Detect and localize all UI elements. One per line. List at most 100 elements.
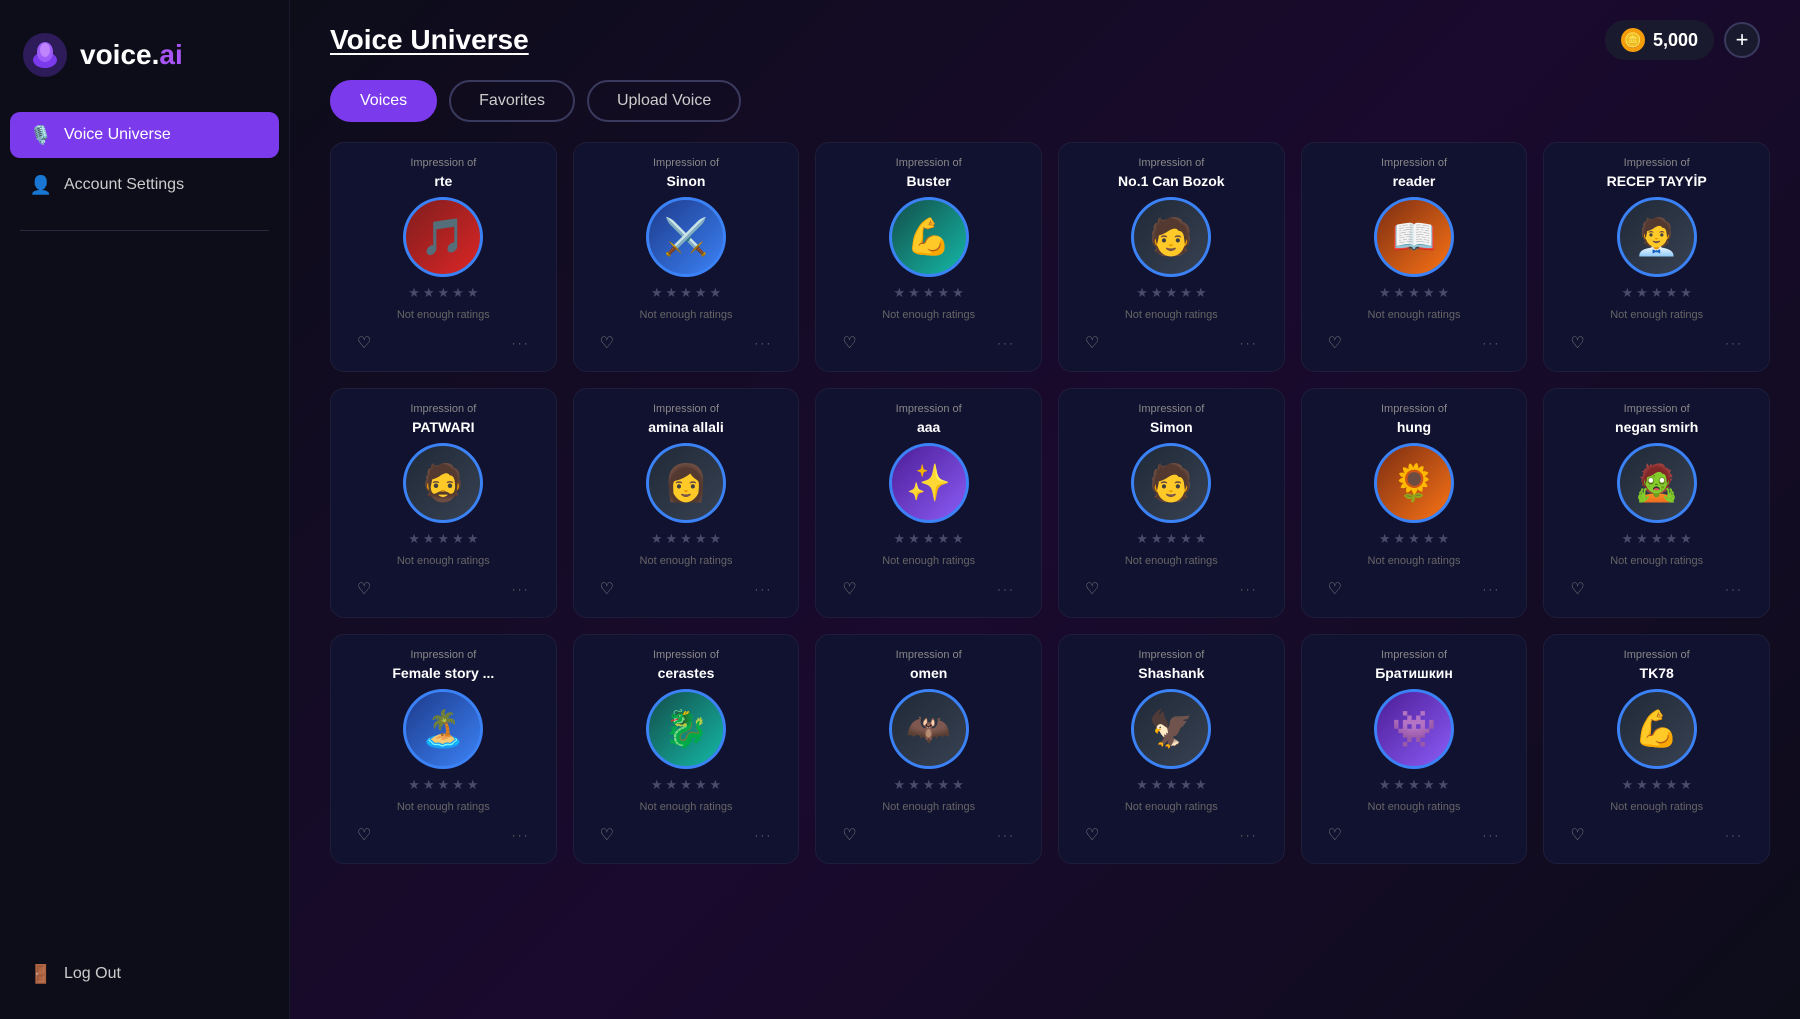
more-options-button[interactable]: ··· bbox=[1478, 332, 1504, 354]
card-actions: ♡ ··· bbox=[1073, 329, 1270, 357]
star-icon: ★ bbox=[666, 531, 678, 547]
card-actions: ♡ ··· bbox=[830, 821, 1027, 849]
star-icon: ★ bbox=[438, 777, 450, 793]
favorite-button[interactable]: ♡ bbox=[1081, 329, 1103, 357]
card-avatar: 🐉 bbox=[646, 689, 726, 769]
star-icon: ★ bbox=[894, 777, 906, 793]
more-options-button[interactable]: ··· bbox=[1236, 824, 1262, 846]
card-avatar: 🧑‍💼 bbox=[1617, 197, 1697, 277]
stars-container: ★★★★★ bbox=[1136, 531, 1206, 547]
more-options-button[interactable]: ··· bbox=[750, 332, 776, 354]
avatar-emoji: 🦅 bbox=[1149, 711, 1194, 747]
card-actions: ♡ ··· bbox=[588, 575, 785, 603]
card-voice-name: Female story ... bbox=[392, 665, 494, 681]
favorite-button[interactable]: ♡ bbox=[596, 575, 618, 603]
card-actions: ♡ ··· bbox=[588, 329, 785, 357]
avatar-emoji: ⚔️ bbox=[664, 219, 709, 255]
more-options-button[interactable]: ··· bbox=[508, 578, 534, 600]
add-credits-button[interactable]: + bbox=[1724, 22, 1760, 58]
card-rating-text: Not enough ratings bbox=[1368, 801, 1461, 813]
star-icon: ★ bbox=[666, 777, 678, 793]
card-impression-label: Impression of bbox=[1316, 649, 1513, 661]
favorite-button[interactable]: ♡ bbox=[353, 821, 375, 849]
card-rating-text: Not enough ratings bbox=[397, 801, 490, 813]
card-impression-label: Impression of bbox=[1316, 157, 1513, 169]
star-icon: ★ bbox=[1408, 531, 1420, 547]
more-options-button[interactable]: ··· bbox=[1236, 578, 1262, 600]
tab-favorites[interactable]: Favorites bbox=[449, 80, 575, 122]
more-options-button[interactable]: ··· bbox=[993, 332, 1019, 354]
star-icon: ★ bbox=[1423, 531, 1435, 547]
sidebar-item-logout[interactable]: 🚪 Log Out bbox=[10, 951, 279, 997]
card-impression-label: Impression of bbox=[830, 403, 1027, 415]
sidebar-item-voice-universe[interactable]: 🎙️ Voice Universe bbox=[10, 112, 279, 158]
avatar-emoji: 📖 bbox=[1392, 219, 1437, 255]
card-rating-text: Not enough ratings bbox=[1125, 801, 1218, 813]
favorite-button[interactable]: ♡ bbox=[1081, 821, 1103, 849]
card-actions: ♡ ··· bbox=[1558, 575, 1755, 603]
star-icon: ★ bbox=[1151, 531, 1163, 547]
more-options-button[interactable]: ··· bbox=[1721, 332, 1747, 354]
star-icon: ★ bbox=[908, 285, 920, 301]
more-options-button[interactable]: ··· bbox=[1478, 578, 1504, 600]
favorite-button[interactable]: ♡ bbox=[353, 329, 375, 357]
favorite-button[interactable]: ♡ bbox=[1081, 575, 1103, 603]
star-icon: ★ bbox=[1651, 777, 1663, 793]
card-rating-text: Not enough ratings bbox=[1125, 555, 1218, 567]
more-options-button[interactable]: ··· bbox=[508, 824, 534, 846]
favorite-button[interactable]: ♡ bbox=[838, 821, 860, 849]
card-actions: ♡ ··· bbox=[830, 575, 1027, 603]
more-options-button[interactable]: ··· bbox=[508, 332, 534, 354]
star-icon: ★ bbox=[651, 777, 663, 793]
star-icon: ★ bbox=[1636, 777, 1648, 793]
favorite-button[interactable]: ♡ bbox=[1566, 329, 1588, 357]
favorite-button[interactable]: ♡ bbox=[596, 329, 618, 357]
more-options-button[interactable]: ··· bbox=[993, 578, 1019, 600]
voices-grid: Impression of rte 🎵 ★★★★★ Not enough rat… bbox=[330, 142, 1770, 864]
more-options-button[interactable]: ··· bbox=[1236, 332, 1262, 354]
card-impression-label: Impression of bbox=[345, 649, 542, 661]
star-icon: ★ bbox=[952, 777, 964, 793]
star-icon: ★ bbox=[1151, 285, 1163, 301]
favorite-button[interactable]: ♡ bbox=[1566, 575, 1588, 603]
more-options-button[interactable]: ··· bbox=[750, 824, 776, 846]
star-icon: ★ bbox=[666, 285, 678, 301]
star-icon: ★ bbox=[1394, 531, 1406, 547]
favorite-button[interactable]: ♡ bbox=[1324, 329, 1346, 357]
card-rating-text: Not enough ratings bbox=[1368, 555, 1461, 567]
favorite-button[interactable]: ♡ bbox=[1566, 821, 1588, 849]
more-options-button[interactable]: ··· bbox=[1721, 578, 1747, 600]
favorite-button[interactable]: ♡ bbox=[838, 329, 860, 357]
tabs-container: Voices Favorites Upload Voice bbox=[290, 80, 1800, 142]
favorite-button[interactable]: ♡ bbox=[1324, 821, 1346, 849]
card-rating-text: Not enough ratings bbox=[1610, 801, 1703, 813]
star-icon: ★ bbox=[695, 777, 707, 793]
voice-card: Impression of omen 🦇 ★★★★★ Not enough ra… bbox=[815, 634, 1042, 864]
voice-card: Impression of No.1 Can Bozok 🧑 ★★★★★ Not… bbox=[1058, 142, 1285, 372]
sidebar-item-account-settings[interactable]: 👤 Account Settings bbox=[10, 162, 279, 208]
more-options-button[interactable]: ··· bbox=[750, 578, 776, 600]
more-options-button[interactable]: ··· bbox=[1721, 824, 1747, 846]
card-impression-label: Impression of bbox=[1073, 403, 1270, 415]
more-options-button[interactable]: ··· bbox=[1478, 824, 1504, 846]
star-icon: ★ bbox=[1622, 777, 1634, 793]
card-actions: ♡ ··· bbox=[588, 821, 785, 849]
star-icon: ★ bbox=[1394, 777, 1406, 793]
favorite-button[interactable]: ♡ bbox=[353, 575, 375, 603]
more-options-button[interactable]: ··· bbox=[993, 824, 1019, 846]
voice-card: Impression of hung 🌻 ★★★★★ Not enough ra… bbox=[1301, 388, 1528, 618]
voice-card: Impression of Братишкин 👾 ★★★★★ Not enou… bbox=[1301, 634, 1528, 864]
card-rating-text: Not enough ratings bbox=[1368, 309, 1461, 321]
card-avatar: 💪 bbox=[1617, 689, 1697, 769]
tab-upload-voice[interactable]: Upload Voice bbox=[587, 80, 741, 122]
card-actions: ♡ ··· bbox=[345, 329, 542, 357]
favorite-button[interactable]: ♡ bbox=[1324, 575, 1346, 603]
favorite-button[interactable]: ♡ bbox=[596, 821, 618, 849]
star-icon: ★ bbox=[1151, 777, 1163, 793]
card-voice-name: Buster bbox=[906, 173, 950, 189]
star-icon: ★ bbox=[680, 777, 692, 793]
star-icon: ★ bbox=[423, 777, 435, 793]
tab-voices[interactable]: Voices bbox=[330, 80, 437, 122]
favorite-button[interactable]: ♡ bbox=[838, 575, 860, 603]
voice-card: Impression of RECEP TAYYİP 🧑‍💼 ★★★★★ Not… bbox=[1543, 142, 1770, 372]
